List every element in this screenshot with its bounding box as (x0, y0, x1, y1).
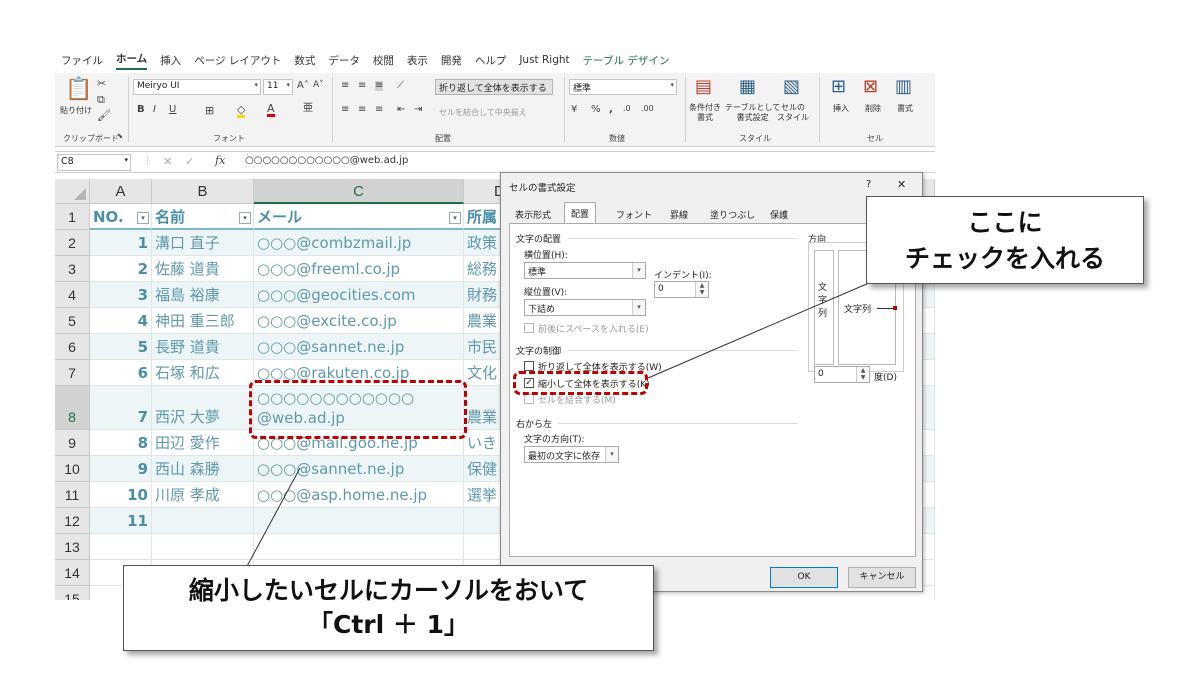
callout-line-check (647, 279, 877, 379)
instruction-callout: 縮小したいセルにカーソルをおいて 「Ctrl ＋ 1」 (123, 565, 654, 651)
check-callout: ここに チェックを入れる (866, 196, 1144, 284)
callout-line-instruction (244, 467, 301, 571)
